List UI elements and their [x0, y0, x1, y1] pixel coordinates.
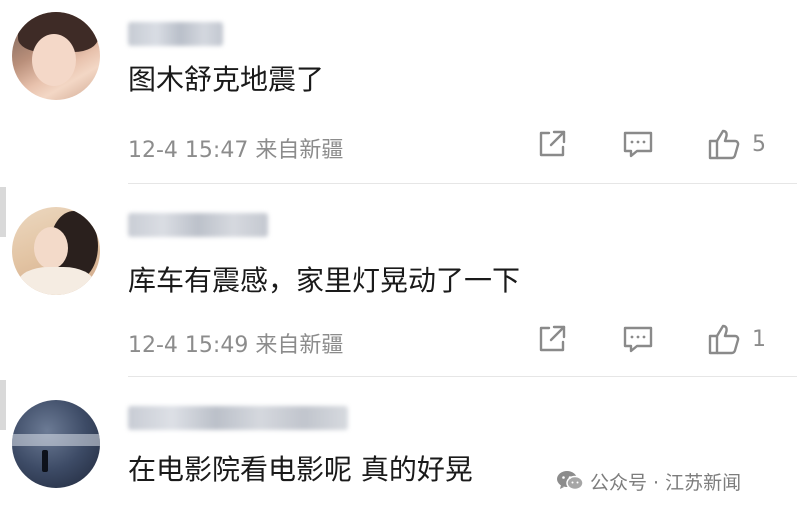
divider: [128, 183, 797, 184]
share-icon[interactable]: [534, 126, 570, 162]
comment-meta: 12-4 15:49 来自新疆: [128, 333, 344, 358]
comment-item: 库车有震感，家里灯晃动了一下 12-4 15:49 来自新疆 1: [0, 183, 797, 376]
username-blurred[interactable]: [128, 406, 348, 430]
share-icon[interactable]: [534, 321, 570, 357]
like-count: 5: [752, 132, 766, 157]
thumbs-up-icon[interactable]: [706, 321, 742, 357]
watermark: 公众号 · 江苏新闻: [556, 466, 741, 496]
comment-text: 图木舒克地震了: [128, 63, 325, 96]
divider: [128, 376, 797, 377]
username-blurred[interactable]: [128, 22, 223, 46]
wechat-icon: [557, 471, 584, 491]
scroll-indicator: [0, 380, 6, 430]
username-blurred[interactable]: [128, 213, 268, 237]
comment-icon[interactable]: [620, 126, 656, 162]
thumbs-up-icon[interactable]: [706, 126, 742, 162]
avatar[interactable]: [12, 12, 100, 100]
comment-text: 在电影院看电影呢 真的好晃: [128, 453, 473, 486]
comment-item: 图木舒克地震了 12-4 15:47 来自新疆 5: [0, 0, 797, 183]
scroll-indicator: [0, 187, 6, 237]
like-count: 1: [752, 327, 766, 352]
avatar[interactable]: [12, 207, 100, 295]
comment-text: 库车有震感，家里灯晃动了一下: [128, 264, 521, 297]
comment-meta: 12-4 15:47 来自新疆: [128, 138, 344, 163]
comment-icon[interactable]: [620, 321, 656, 357]
watermark-label: 公众号 · 江苏新闻: [590, 471, 742, 494]
avatar[interactable]: [12, 400, 100, 488]
